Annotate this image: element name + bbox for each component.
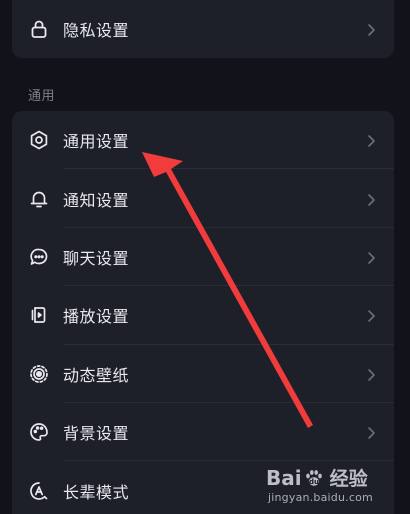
settings-row-background[interactable]: 背景设置 <box>12 403 394 462</box>
settings-row-chat[interactable]: 聊天设置 <box>12 228 394 287</box>
settings-row-label: 动态壁纸 <box>63 365 130 385</box>
bell-icon <box>28 188 50 210</box>
settings-row-general[interactable]: 通用设置 <box>12 111 394 170</box>
chevron-right-icon <box>366 425 376 439</box>
live-wallpaper-icon <box>28 363 50 385</box>
settings-row-privacy[interactable]: 隐私设置 <box>12 0 394 58</box>
settings-row-playback[interactable]: 播放设置 <box>12 286 394 345</box>
chevron-right-icon <box>366 192 376 206</box>
chevron-right-icon <box>366 22 376 36</box>
chevron-right-icon <box>366 367 376 381</box>
privacy-card: 隐私设置 <box>12 0 394 58</box>
chat-bubble-icon <box>28 246 50 268</box>
lock-icon <box>28 18 50 40</box>
settings-row-label: 聊天设置 <box>63 248 130 268</box>
chevron-right-icon <box>366 133 376 147</box>
general-settings-card: 通用设置 通知设置 聊天设置 播放设置 动态壁纸 背景设置 长辈模式 <box>12 111 394 514</box>
elder-mode-icon <box>28 480 50 502</box>
palette-icon <box>28 421 50 443</box>
settings-row-label: 通用设置 <box>63 132 130 152</box>
settings-row-notification[interactable]: 通知设置 <box>12 169 394 228</box>
settings-row-label: 背景设置 <box>63 424 130 444</box>
section-title-general: 通用 <box>28 89 56 104</box>
settings-row-label: 隐私设置 <box>63 21 130 40</box>
settings-row-live-wallpaper[interactable]: 动态壁纸 <box>12 345 394 403</box>
settings-row-label: 通知设置 <box>63 190 130 210</box>
settings-screen: 隐私设置 通用 通用设置 通知设置 聊天设置 播放设置 动态壁纸 背景设置 长辈… <box>0 0 410 514</box>
chevron-right-icon <box>366 308 376 323</box>
gear-icon <box>28 129 50 151</box>
settings-row-label: 播放设置 <box>63 307 130 327</box>
chevron-right-icon <box>366 250 376 264</box>
settings-row-label: 长辈模式 <box>63 482 130 502</box>
settings-row-elder-mode[interactable]: 长辈模式 <box>12 461 394 514</box>
playback-device-icon <box>28 304 50 326</box>
